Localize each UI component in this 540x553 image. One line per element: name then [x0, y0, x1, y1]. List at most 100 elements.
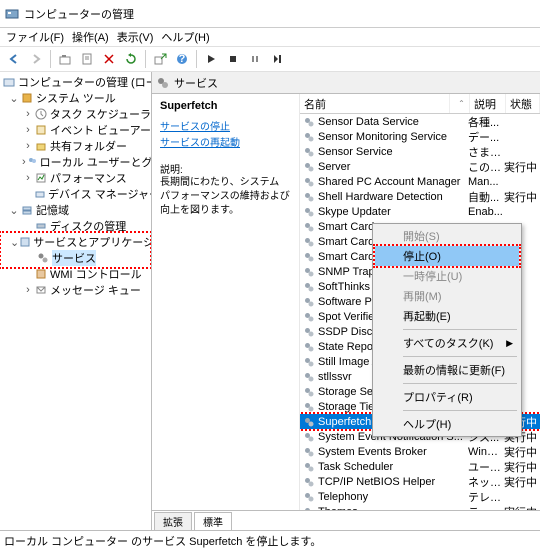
service-icon: [302, 280, 316, 294]
service-icon: [302, 190, 316, 204]
service-icon: [302, 130, 316, 144]
export-button[interactable]: [150, 49, 170, 69]
svg-text:?: ?: [179, 53, 186, 65]
service-row[interactable]: Telephonyテレフ...: [300, 489, 540, 504]
service-name: Skype Updater: [318, 206, 468, 218]
service-icon: [302, 310, 316, 324]
gear-icon: [156, 76, 170, 90]
service-row[interactable]: Sensor Monitoring Serviceデー...: [300, 129, 540, 144]
tree-task[interactable]: ›タスク スケジューラ: [0, 106, 151, 122]
service-status: 実行中: [504, 504, 538, 511]
service-row[interactable]: System Events BrokerWinR...実行中: [300, 444, 540, 459]
service-icon: [302, 160, 316, 174]
service-row[interactable]: Shared PC Account ManagerMan...: [300, 174, 540, 189]
col-desc[interactable]: 説明: [470, 94, 506, 113]
tree-device[interactable]: デバイス マネージャー: [0, 186, 151, 202]
ctx-alltasks[interactable]: すべてのタスク(K)▶: [375, 333, 519, 353]
service-row[interactable]: Sensor Serviceさまざ...: [300, 144, 540, 159]
service-row[interactable]: Skype UpdaterEnab...: [300, 204, 540, 219]
tree-storage[interactable]: ⌄記憶域: [0, 202, 151, 218]
service-name: Sensor Service: [318, 146, 468, 158]
tab-extended[interactable]: 拡張: [154, 512, 192, 530]
service-row[interactable]: TCP/IP NetBIOS Helperネット...実行中: [300, 474, 540, 489]
tree-perf[interactable]: ›パフォーマンス: [0, 170, 151, 186]
service-icon: [302, 265, 316, 279]
stop-button[interactable]: [223, 49, 243, 69]
service-row[interactable]: Task Schedulerユーザ...実行中: [300, 459, 540, 474]
menu-view[interactable]: 表示(V): [117, 29, 154, 45]
service-icon: [302, 295, 316, 309]
delete-button[interactable]: [99, 49, 119, 69]
col-name[interactable]: 名前: [300, 94, 450, 113]
service-icon: [302, 400, 316, 414]
service-name: Shared PC Account Manager: [318, 176, 468, 188]
service-status: 実行中: [504, 444, 538, 460]
app-icon: [4, 6, 20, 22]
service-desc: ユーザ...: [468, 459, 504, 475]
tree-users[interactable]: ›ローカル ユーザーとグループ: [0, 154, 151, 170]
pause-button[interactable]: [245, 49, 265, 69]
service-icon: [302, 340, 316, 354]
tree-shared[interactable]: ›共有フォルダー: [0, 138, 151, 154]
ctx-start: 開始(S): [375, 226, 519, 246]
tree-pane: コンピューターの管理 (ローカル) ⌄システム ツール ›タスク スケジューラ …: [0, 72, 152, 530]
service-name: Telephony: [318, 491, 468, 503]
tree-disk[interactable]: ディスクの管理: [0, 218, 151, 234]
service-icon: [302, 250, 316, 264]
ctx-stop[interactable]: 停止(O): [375, 246, 519, 266]
service-icon: [302, 490, 316, 504]
service-row[interactable]: Serverこのコ...実行中: [300, 159, 540, 174]
tree-systools[interactable]: ⌄システム ツール: [0, 90, 151, 106]
detail-desc-label: 説明:: [160, 161, 291, 176]
service-row[interactable]: Sensor Data Service各種...: [300, 114, 540, 129]
tree-event[interactable]: ›イベント ビューアー: [0, 122, 151, 138]
service-name: Shell Hardware Detection: [318, 191, 468, 203]
service-icon: [302, 235, 316, 249]
ctx-restart[interactable]: 再起動(E): [375, 306, 519, 326]
tree-msgq[interactable]: ›メッセージ キュー: [0, 282, 151, 298]
play-button[interactable]: [201, 49, 221, 69]
menu-action[interactable]: 操作(A): [72, 29, 109, 45]
tab-standard[interactable]: 標準: [194, 512, 232, 530]
service-status: 実行中: [504, 159, 538, 175]
service-name: Themes: [318, 506, 468, 511]
service-icon: [302, 445, 316, 459]
service-desc: ネット...: [468, 474, 504, 490]
ctx-help[interactable]: ヘルプ(H): [375, 414, 519, 434]
stop-service-link[interactable]: サービスの停止: [160, 118, 291, 133]
service-icon: [302, 370, 316, 384]
service-row[interactable]: Shell Hardware Detection自動...実行中: [300, 189, 540, 204]
detail-pane: Superfetch サービスの停止 サービスの再起動 説明: 長期間にわたり、…: [152, 94, 300, 510]
tree-wmi[interactable]: WMI コントロール: [0, 266, 151, 282]
col-status[interactable]: 状態: [506, 94, 540, 113]
menu-help[interactable]: ヘルプ(H): [161, 29, 209, 45]
restart-service-link[interactable]: サービスの再起動: [160, 134, 291, 149]
tree-svcapp[interactable]: ⌄サービスとアプリケーション: [2, 234, 149, 250]
up-button[interactable]: [55, 49, 75, 69]
service-name: Sensor Monitoring Service: [318, 131, 468, 143]
help-button[interactable]: ?: [172, 49, 192, 69]
restart-button[interactable]: [267, 49, 287, 69]
service-icon: [302, 460, 316, 474]
tree-services[interactable]: サービス: [2, 250, 149, 266]
ctx-refresh[interactable]: 最新の情報に更新(F): [375, 360, 519, 380]
properties-button[interactable]: [77, 49, 97, 69]
service-icon: [302, 220, 316, 234]
status-bar: ローカル コンピューター のサービス Superfetch を停止します。: [0, 530, 540, 550]
toolbar: ?: [0, 46, 540, 72]
menu-file[interactable]: ファイル(F): [6, 29, 64, 45]
menubar: ファイル(F) 操作(A) 表示(V) ヘルプ(H): [0, 28, 540, 46]
refresh-button[interactable]: [121, 49, 141, 69]
back-button[interactable]: [4, 49, 24, 69]
service-desc: テーマ...: [468, 504, 504, 511]
service-desc: このコ...: [468, 159, 504, 175]
tree-root[interactable]: コンピューターの管理 (ローカル): [0, 74, 151, 90]
service-icon: [302, 415, 316, 429]
service-row[interactable]: Themesテーマ...実行中: [300, 504, 540, 510]
detail-service-name: Superfetch: [160, 100, 291, 112]
main-area: コンピューターの管理 (ローカル) ⌄システム ツール ›タスク スケジューラ …: [0, 72, 540, 530]
window-title: コンピューターの管理: [24, 6, 134, 22]
service-desc: 各種...: [468, 114, 504, 130]
forward-button[interactable]: [26, 49, 46, 69]
ctx-properties[interactable]: プロパティ(R): [375, 387, 519, 407]
